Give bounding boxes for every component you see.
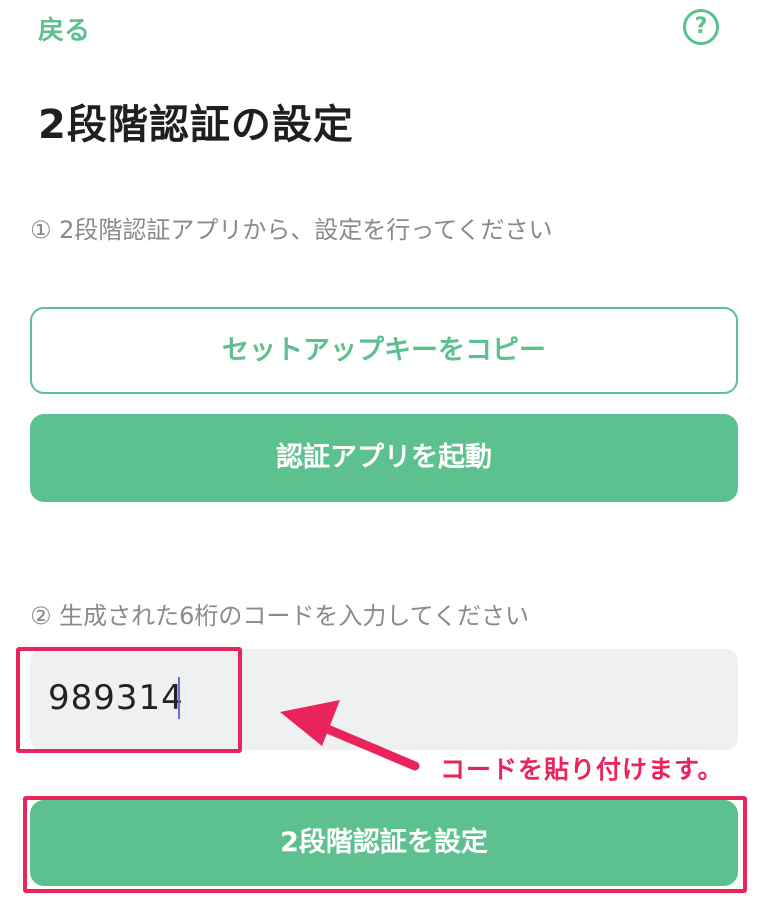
annotation-label: コードを貼り付けます。 <box>440 755 724 784</box>
submit-highlight-frame <box>23 796 747 893</box>
